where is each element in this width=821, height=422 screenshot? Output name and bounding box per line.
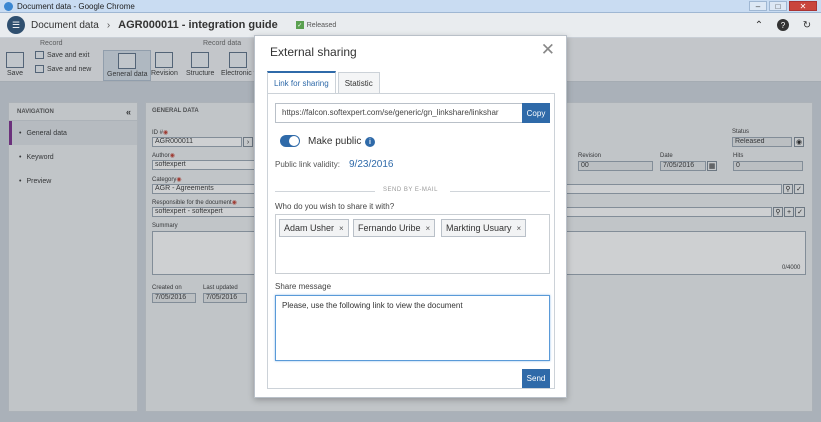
validity-label: Public link validity: (275, 160, 340, 169)
header-actions: ⌃ ? ↻ (753, 19, 813, 31)
document-icon: ☰ (7, 16, 25, 34)
collapse-up-icon[interactable]: ⌃ (753, 19, 765, 31)
check-icon: ✓ (295, 21, 304, 29)
close-icon[interactable]: ✕ (541, 41, 555, 58)
chrome-icon (4, 1, 13, 11)
send-button[interactable]: Send (522, 369, 550, 388)
minimize-icon[interactable]: – (749, 1, 767, 11)
chevron-right-icon: › (106, 19, 111, 31)
external-sharing-dialog: External sharing ✕ Link for sharing Stat… (254, 35, 567, 398)
window-controls: – □ ✕ (749, 1, 817, 11)
remove-icon[interactable]: × (517, 224, 522, 233)
dialog-title: External sharing (270, 45, 357, 59)
share-link-field[interactable]: https://falcon.softexpert.com/se/generic… (275, 103, 523, 123)
status-text: Released (306, 21, 337, 29)
info-icon[interactable]: i (365, 137, 375, 147)
recipient-tag: Markting Usuary × (441, 219, 527, 237)
make-public-toggle[interactable] (280, 135, 300, 147)
tab-link-for-sharing[interactable]: Link for sharing (267, 71, 336, 93)
divider-right (450, 191, 550, 192)
recipient-name: Fernando Uribe (358, 223, 421, 233)
window-close-icon[interactable]: ✕ (789, 1, 817, 11)
remove-icon[interactable]: × (426, 224, 431, 233)
window-title: Document data - Google Chrome (17, 1, 135, 11)
recipient-tag: Fernando Uribe × (353, 219, 436, 237)
remove-icon[interactable]: × (339, 224, 344, 233)
status-badge: ✓ Released (295, 21, 337, 29)
make-public-label: Make public (308, 136, 362, 147)
tab-statistic[interactable]: Statistic (337, 72, 380, 93)
page-title: AGR000011 - integration guide (118, 19, 278, 31)
dialog-tabs: Link for sharing Statistic (267, 71, 382, 94)
share-message-textarea[interactable]: Please, use the following link to view t… (275, 295, 550, 361)
maximize-icon[interactable]: □ (769, 1, 787, 11)
help-icon[interactable]: ? (777, 19, 789, 31)
divider-left (275, 191, 375, 192)
header-section: Document data (31, 19, 99, 31)
copy-button[interactable]: Copy (522, 103, 550, 123)
recipient-tag: Adam Usher × (279, 219, 349, 237)
refresh-icon[interactable]: ↻ (801, 19, 813, 31)
recipient-name: Markting Usuary (446, 223, 512, 233)
validity-date-link[interactable]: 9/23/2016 (349, 159, 394, 170)
share-message-label: Share message (275, 282, 332, 291)
email-section-label: SEND BY E-MAIL (383, 187, 438, 193)
share-with-label: Who do you wish to share it with? (275, 202, 395, 211)
recipients-field[interactable]: Adam Usher × Fernando Uribe × Markting U… (275, 214, 550, 274)
recipient-name: Adam Usher (284, 223, 335, 233)
link-sharing-panel: https://falcon.softexpert.com/se/generic… (267, 93, 555, 389)
window-titlebar: Document data - Google Chrome – □ ✕ (0, 0, 821, 13)
